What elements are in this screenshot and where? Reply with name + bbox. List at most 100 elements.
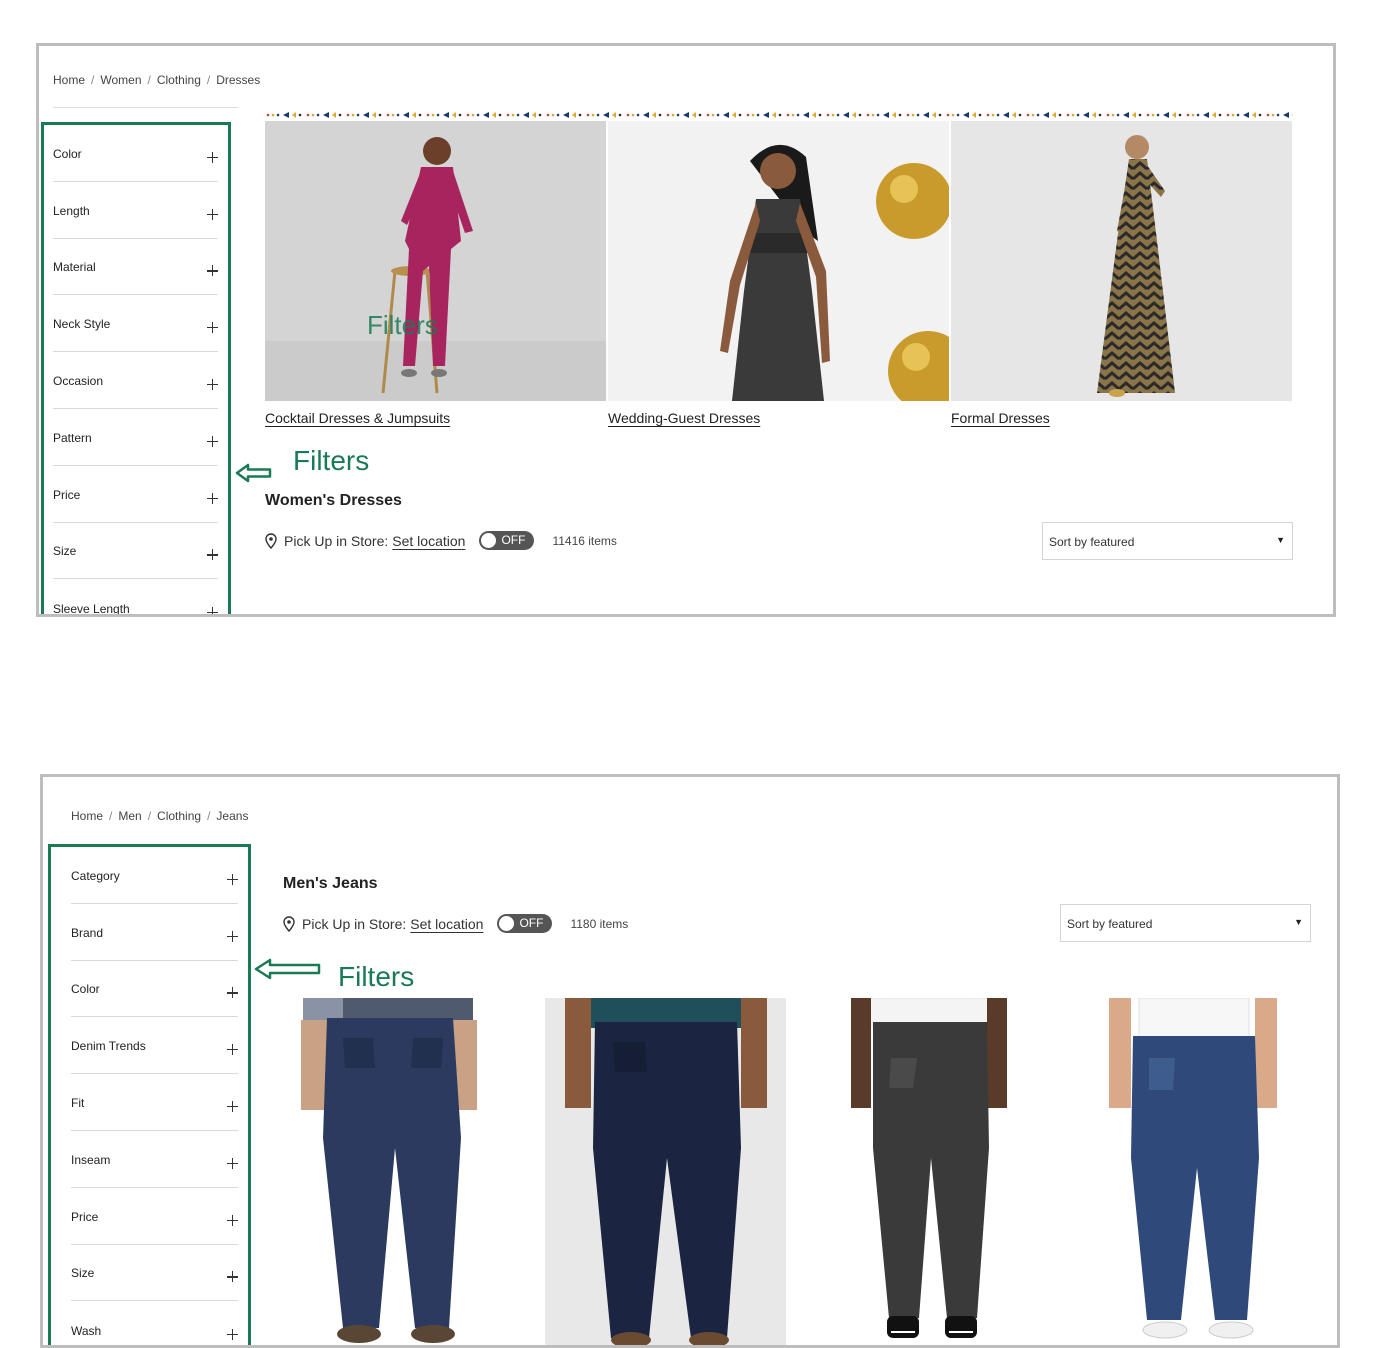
plus-icon[interactable]	[207, 322, 218, 334]
plus-icon[interactable]	[227, 1329, 238, 1341]
filter-sidebar: Color Length Material Neck Style Occasio…	[53, 125, 218, 617]
product-photo	[545, 998, 786, 1345]
filter-label: Size	[71, 1266, 95, 1281]
item-count: 1180 items	[570, 916, 629, 931]
plus-icon[interactable]	[207, 265, 218, 277]
set-location-link[interactable]: Set location	[410, 916, 483, 932]
pickup-toggle[interactable]: OFF	[497, 914, 553, 933]
plus-icon[interactable]	[227, 1157, 238, 1169]
filter-label: Wash	[71, 1324, 102, 1339]
category-tile-wedding-guest[interactable]	[608, 121, 949, 401]
pickup-label: Pick Up in Store:	[284, 532, 389, 549]
breadcrumb-home[interactable]: Home	[53, 73, 85, 87]
breadcrumb-home[interactable]: Home	[71, 809, 103, 823]
filter-material[interactable]: Material	[53, 239, 218, 296]
filter-label: Category	[71, 868, 120, 883]
plus-icon[interactable]	[227, 1214, 238, 1226]
plus-icon[interactable]	[227, 873, 238, 885]
breadcrumb-men[interactable]: Men	[118, 809, 141, 823]
sort-select[interactable]: Sort by featured ▼	[1042, 522, 1293, 560]
filters-annotation: Filters	[293, 445, 370, 476]
filter-pattern[interactable]: Pattern	[53, 409, 218, 466]
plus-icon[interactable]	[207, 607, 218, 614]
arrow-left-icon	[254, 958, 321, 980]
breadcrumb-women[interactable]: Women	[100, 73, 141, 87]
breadcrumb: Home / Men / Clothing / Jeans	[71, 809, 249, 823]
model-photo	[608, 121, 949, 401]
filter-fit[interactable]: Fit	[71, 1074, 238, 1131]
pin-icon	[283, 915, 295, 932]
plus-icon[interactable]	[227, 930, 238, 942]
category-link-cocktail[interactable]: Cocktail Dresses & Jumpsuits	[265, 410, 450, 426]
pickup-toggle[interactable]: OFF	[479, 531, 535, 550]
plus-icon[interactable]	[227, 987, 238, 999]
filter-length[interactable]: Length	[53, 182, 218, 239]
toggle-knob	[481, 533, 497, 548]
sort-value: Sort by featured	[1049, 535, 1135, 549]
page-title: Women's Dresses	[265, 492, 402, 509]
filter-denim-trends[interactable]: Denim Trends	[71, 1017, 238, 1075]
filter-label: Color	[71, 982, 100, 997]
page-title: Men's Jeans	[283, 875, 378, 892]
filter-wash[interactable]: Wash	[71, 1301, 238, 1345]
filter-sleeve-length[interactable]: Sleeve Length	[53, 579, 218, 617]
product-photo	[807, 998, 1048, 1345]
model-photo	[951, 121, 1292, 401]
filter-neck-style[interactable]: Neck Style	[53, 295, 218, 353]
breadcrumb: Home / Women / Clothing / Dresses	[53, 73, 261, 87]
product-card[interactable]	[807, 998, 1048, 1345]
plus-icon[interactable]	[207, 151, 218, 163]
filter-color[interactable]: Color	[71, 961, 238, 1018]
filter-sidebar: Category Brand Color Denim Trends Fit In…	[71, 847, 238, 1345]
breadcrumb-current: Jeans	[216, 809, 249, 823]
plus-icon[interactable]	[227, 1044, 238, 1056]
filter-label: Brand	[71, 925, 104, 940]
plus-icon[interactable]	[207, 208, 218, 220]
filter-color[interactable]: Color	[53, 125, 218, 182]
plus-icon[interactable]	[227, 1271, 238, 1283]
plus-icon[interactable]	[207, 492, 218, 504]
arrow-left-icon	[235, 463, 272, 483]
filter-brand[interactable]: Brand	[71, 904, 238, 961]
plus-icon[interactable]	[207, 378, 218, 390]
filter-label: Length	[53, 203, 90, 218]
plus-icon[interactable]	[207, 549, 218, 561]
pin-icon	[265, 532, 277, 549]
set-location-link[interactable]: Set location	[392, 533, 465, 549]
product-card[interactable]	[1069, 998, 1310, 1345]
dresses-page-screenshot: Home / Women / Clothing / Dresses Color Length…	[36, 43, 1336, 617]
breadcrumb-clothing[interactable]: Clothing	[157, 809, 201, 823]
toggle-state: OFF	[501, 533, 526, 547]
sort-select[interactable]: Sort by featured ▼	[1060, 904, 1311, 942]
product-photo	[1069, 998, 1310, 1345]
filter-label: Sleeve Length	[53, 602, 130, 617]
filter-price[interactable]: Price	[71, 1188, 238, 1245]
filters-annotation: Filters	[338, 961, 415, 992]
model-photo	[265, 121, 606, 401]
plus-icon[interactable]	[207, 435, 218, 447]
category-tile-formal[interactable]	[951, 121, 1292, 401]
category-link-formal[interactable]: Formal Dresses	[951, 410, 1050, 426]
pickup-in-store: Pick Up in Store: Set location OFF 11416…	[265, 531, 617, 550]
toggle-state: OFF	[519, 916, 544, 930]
breadcrumb-current: Dresses	[216, 73, 261, 87]
filter-label: Neck Style	[53, 317, 111, 332]
category-link-wedding-guest[interactable]: Wedding-Guest Dresses	[608, 410, 760, 426]
item-count: 11416 items	[552, 533, 617, 548]
filter-label: Material	[53, 260, 96, 275]
filter-category[interactable]: Category	[71, 847, 238, 904]
plus-icon[interactable]	[227, 1100, 238, 1112]
filter-size[interactable]: Size	[71, 1245, 238, 1302]
filter-occasion[interactable]: Occasion	[53, 352, 218, 409]
filter-label: Price	[53, 487, 81, 502]
product-card[interactable]	[283, 998, 524, 1345]
filter-price[interactable]: Price	[53, 466, 218, 523]
filter-label: Pattern	[53, 430, 92, 445]
jeans-page-screenshot: Home / Men / Clothing / Jeans Category Brand C…	[40, 774, 1340, 1348]
product-card[interactable]	[545, 998, 786, 1345]
breadcrumb-clothing[interactable]: Clothing	[157, 73, 201, 87]
filter-inseam[interactable]: Inseam	[71, 1131, 238, 1188]
category-tile-cocktail[interactable]	[265, 121, 606, 401]
filter-size[interactable]: Size	[53, 523, 218, 580]
toggle-knob	[499, 916, 515, 931]
